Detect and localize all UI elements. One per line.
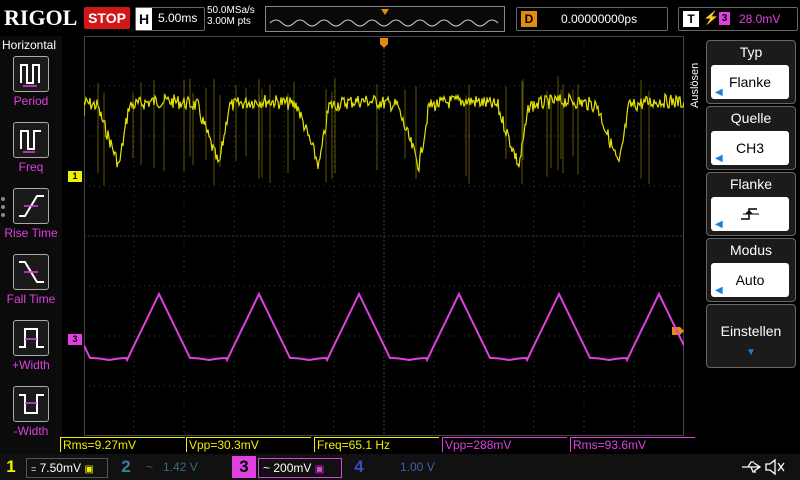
sample-rate: 50.0MSa/s — [207, 5, 255, 16]
run-stop-indicator[interactable]: STOP — [84, 7, 130, 29]
usb-icon — [742, 461, 762, 473]
speaker-muted-icon[interactable] — [764, 458, 786, 476]
measure-period-button[interactable]: Period — [2, 56, 60, 108]
period-icon — [13, 56, 49, 92]
ch1-scale-value: 7.50mV — [39, 461, 81, 475]
delay-value: 0.00000000ps — [561, 12, 638, 26]
ch2-coupling: ~ — [146, 460, 154, 474]
trigger-slope-selector[interactable]: Flanke ◀ — [706, 172, 796, 236]
sampling-info: 50.0MSa/s 3.00M pts — [207, 5, 255, 27]
measurement-ch1-freq[interactable]: Freq=65.1 Hz — [314, 437, 439, 452]
memory-trigger-marker — [381, 9, 389, 15]
ch4-number[interactable]: 4 — [350, 456, 368, 478]
measure-fall-time-button[interactable]: Fall Time — [2, 254, 60, 306]
trigger-slope-header: Flanke — [729, 176, 773, 192]
left-arrow-icon: ◀ — [715, 285, 723, 296]
fall-time-icon — [13, 254, 49, 290]
trigger-type-selector[interactable]: Typ ◀ Flanke — [706, 40, 796, 104]
memory-overview[interactable] — [265, 6, 505, 32]
rise-time-label: Rise Time — [4, 226, 58, 240]
horizontal-timebase[interactable]: H 5.00ms — [135, 7, 205, 31]
side-label-text: Auslösen — [689, 63, 701, 108]
rigol-logo: RIGOL — [4, 5, 78, 30]
left-arrow-icon: ◀ — [715, 153, 723, 164]
ch1-coupling: = — [31, 464, 37, 474]
trigger-type-header: Typ — [739, 44, 763, 60]
left-arrow-icon: ◀ — [715, 219, 723, 230]
timebase-value: 5.00ms — [158, 11, 198, 25]
left-arrow-icon: ◀ — [715, 87, 723, 98]
ch3-scale-value: 200mV — [273, 461, 312, 475]
trigger-status[interactable]: T ⚡ 3 28.0mV — [678, 7, 798, 31]
fall-time-label: Fall Time — [6, 292, 56, 306]
ch1-scale[interactable]: = 7.50mV ▣ — [26, 458, 108, 478]
chevron-down-icon: ▼ — [746, 347, 756, 358]
ch3-coupling: ~ — [263, 461, 271, 475]
pos-width-icon — [13, 320, 49, 356]
settings-label: Einstellen — [720, 323, 782, 339]
freq-label: Freq — [18, 160, 44, 174]
measurement-bar: Rms=9.27mV Vpp=30.3mV Freq=65.1 Hz Vpp=2… — [60, 437, 700, 453]
measure-neg-width-button[interactable]: -Width — [2, 386, 60, 438]
rising-edge-icon — [741, 208, 759, 220]
delay-label: D — [521, 11, 537, 27]
left-menu-title: Horizontal — [2, 38, 57, 52]
trigger-mode-selector[interactable]: Modus ◀ Auto — [706, 238, 796, 302]
ch2-scale-value: 1.42 V — [163, 460, 198, 474]
trigger-label: T — [683, 11, 699, 27]
rise-time-icon — [13, 188, 49, 224]
delay-offset[interactable]: D 0.00000000ps — [516, 7, 668, 31]
trigger-mode-value: ◀ Auto — [711, 263, 789, 297]
bandwidth-limit-icon: ▣ — [84, 464, 94, 475]
trigger-type-value: ◀ Flanke — [711, 65, 789, 99]
neg-width-label: -Width — [13, 424, 49, 438]
ch1-number[interactable]: 1 — [2, 456, 20, 478]
ch1-offset-marker[interactable]: 1 — [68, 171, 82, 182]
ch2-scale[interactable]: ~ 1.42 V — [142, 458, 226, 476]
freq-icon — [13, 122, 49, 158]
trigger-slope-value: ◀ — [711, 197, 789, 231]
memory-points: 3.00M pts — [207, 16, 251, 27]
trigger-source-badge: 3 — [719, 12, 730, 25]
measure-freq-button[interactable]: Freq — [2, 122, 60, 174]
trigger-source-value: ◀ CH3 — [711, 131, 789, 165]
ch4-scale-value: 1.00 V — [400, 460, 435, 474]
measure-pos-width-button[interactable]: +Width — [2, 320, 60, 372]
ch4-scale[interactable]: 1.00 V — [376, 458, 480, 476]
trigger-source-header: Quelle — [730, 110, 772, 126]
measure-rise-time-button[interactable]: Rise Time — [2, 188, 60, 240]
rising-edge-icon: ⚡ — [703, 10, 720, 25]
period-label: Period — [13, 94, 49, 108]
memory-waveform-path — [269, 19, 499, 27]
waveform-grid — [83, 36, 685, 436]
measurement-ch1-vpp[interactable]: Vpp=30.3mV — [186, 437, 311, 452]
pos-width-label: +Width — [12, 358, 50, 372]
bandwidth-limit-icon: ▣ — [314, 464, 325, 475]
trigger-position-marker — [380, 38, 388, 48]
trigger-settings-button[interactable]: Einstellen ▼ — [706, 304, 796, 368]
measurement-ch1-rms[interactable]: Rms=9.27mV — [60, 437, 185, 452]
ch2-number[interactable]: 2 — [117, 456, 135, 478]
ch3-waveform — [83, 291, 685, 363]
trigger-source-selector[interactable]: Quelle ◀ CH3 — [706, 106, 796, 170]
ch3-number[interactable]: 3 — [232, 456, 256, 478]
timebase-label: H — [136, 8, 152, 30]
channel-status-bar: 1 = 7.50mV ▣ 2 ~ 1.42 V 3 ~ 200mV ▣ 4 1.… — [0, 454, 800, 480]
ch3-offset-marker[interactable]: 3 — [68, 334, 82, 345]
neg-width-icon — [13, 386, 49, 422]
measurement-ch3-rms[interactable]: Rms=93.6mV — [570, 437, 695, 452]
waveform-display[interactable] — [83, 36, 685, 436]
measurement-ch3-vpp[interactable]: Vpp=288mV — [442, 437, 567, 452]
trigger-mode-header: Modus — [729, 242, 773, 258]
trigger-menu-side-label: Auslösen — [686, 50, 702, 110]
horizontal-measure-menu: Horizontal Period Freq Rise Time Fall Ti… — [0, 36, 62, 454]
ch3-scale[interactable]: ~ 200mV ▣ — [258, 458, 342, 478]
memory-overview-waveform — [269, 9, 499, 27]
trigger-level: 28.0mV — [739, 12, 781, 26]
